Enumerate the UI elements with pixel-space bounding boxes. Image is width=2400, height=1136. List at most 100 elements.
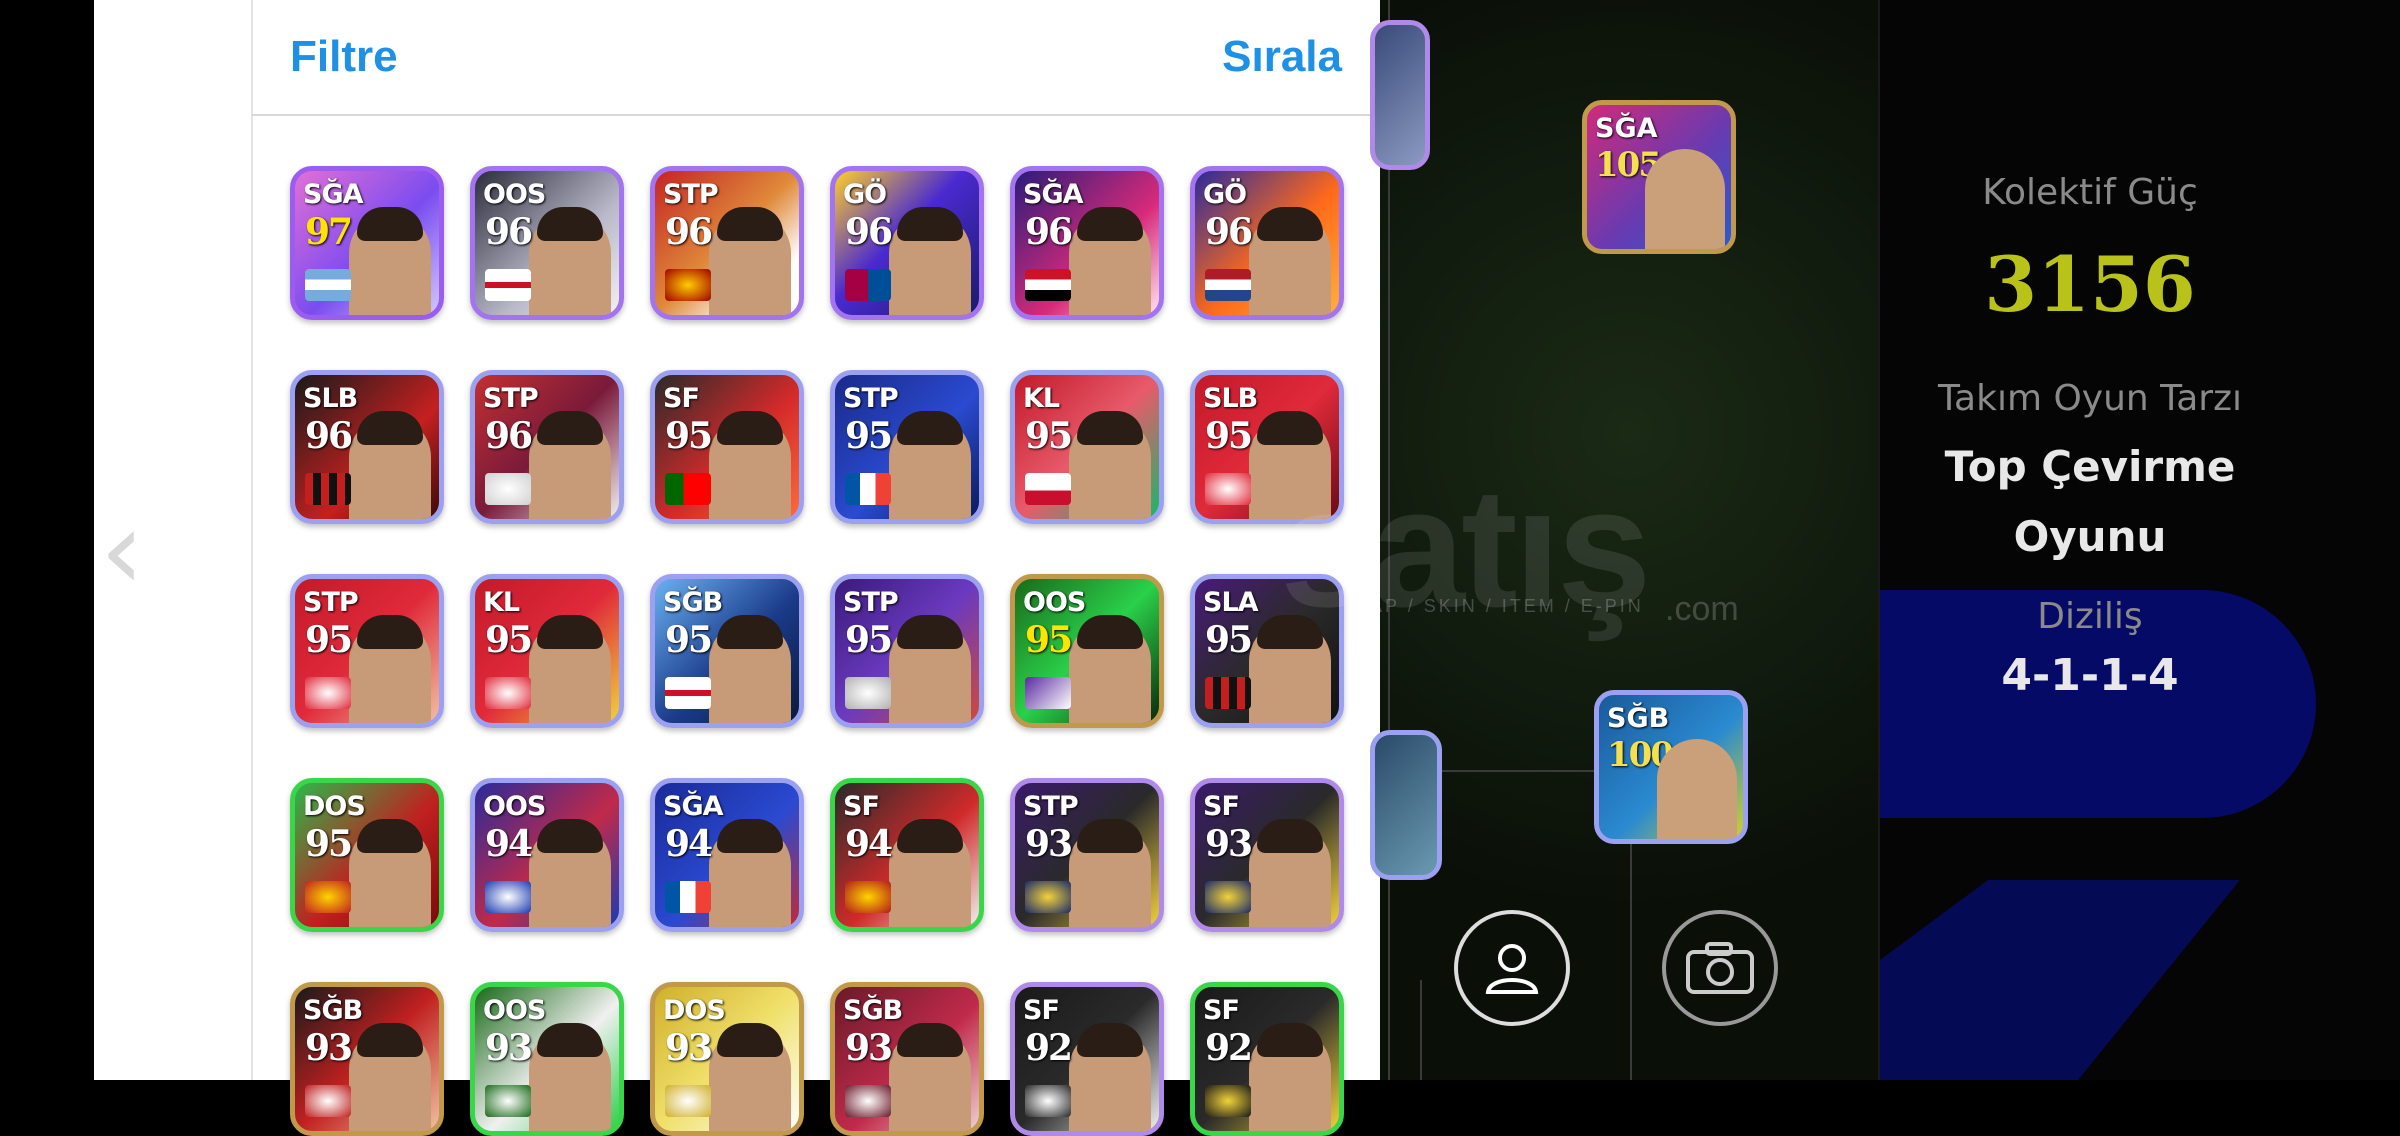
player-card[interactable]: SF 92	[1190, 982, 1344, 1136]
player-card[interactable]: SĞB 93	[290, 982, 444, 1136]
club-badge	[1025, 881, 1071, 913]
player-card[interactable]: SĞA 94	[650, 778, 804, 932]
card-position: STP	[1023, 791, 1079, 822]
card-rating: 92	[1205, 1027, 1253, 1069]
card-position: STP	[303, 587, 359, 618]
player-card[interactable]: GÖ 96	[1190, 166, 1344, 320]
card-position: SĞB	[843, 995, 903, 1026]
card-rating: 93	[305, 1027, 353, 1069]
player-card[interactable]: GÖ 96	[830, 166, 984, 320]
player-face	[709, 615, 791, 723]
player-card[interactable]: SF 92	[1010, 982, 1164, 1136]
card-position: SLA	[1203, 587, 1259, 618]
player-card[interactable]: STP 95	[830, 370, 984, 524]
card-position: SĞA	[303, 179, 364, 210]
player-face	[529, 615, 611, 723]
player-face	[1249, 207, 1331, 315]
player-card[interactable]: STP 96	[470, 370, 624, 524]
card-rating: 96	[845, 211, 893, 253]
filter-button[interactable]: Filtre	[290, 32, 398, 82]
player-face	[1069, 207, 1151, 315]
club-badge	[305, 1085, 351, 1117]
team-playstyle-line2: Oyunu	[2013, 512, 2167, 561]
card-position: STP	[483, 383, 539, 414]
player-face	[1249, 1023, 1331, 1131]
player-card[interactable]: OOS 93	[470, 982, 624, 1136]
player-face	[529, 411, 611, 519]
club-badge	[485, 881, 531, 913]
player-card[interactable]: SF 94	[830, 778, 984, 932]
card-position: SF	[1023, 995, 1060, 1026]
card-rating: 95	[1205, 415, 1253, 457]
player-face	[349, 819, 431, 927]
player-card[interactable]: SĞA 97	[290, 166, 444, 320]
player-card[interactable]: STP 95	[830, 574, 984, 728]
card-position: SĞB	[663, 587, 723, 618]
field-player-card-partial[interactable]	[1370, 730, 1442, 880]
club-badge	[485, 677, 531, 709]
player-card[interactable]: OOS 96	[470, 166, 624, 320]
player-profile-button[interactable]	[1454, 910, 1570, 1026]
card-rating: 94	[845, 823, 893, 865]
player-card[interactable]: SĞA 96	[1010, 166, 1164, 320]
card-rating: 92	[1025, 1027, 1073, 1069]
card-rating: 95	[845, 415, 893, 457]
player-card[interactable]: STP 96	[650, 166, 804, 320]
player-face	[1069, 819, 1151, 927]
card-rating: 96	[485, 211, 533, 253]
player-card[interactable]: SF 95	[650, 370, 804, 524]
card-rating: 95	[845, 619, 893, 661]
card-rating: 95	[665, 619, 713, 661]
team-power-value: 3156	[1984, 240, 2196, 329]
player-face	[1069, 1023, 1151, 1131]
club-badge	[665, 677, 711, 709]
player-card[interactable]: STP 93	[1010, 778, 1164, 932]
card-position: STP	[843, 587, 899, 618]
player-face	[1249, 819, 1331, 927]
sheet-divider	[251, 0, 253, 1080]
club-badge	[1025, 1085, 1071, 1117]
field-player-card-partial[interactable]	[1370, 20, 1430, 170]
player-card[interactable]: SĞB 93	[830, 982, 984, 1136]
screenshot-button[interactable]	[1662, 910, 1778, 1026]
club-badge	[1205, 269, 1251, 301]
player-face	[529, 1023, 611, 1131]
card-rating: 93	[665, 1027, 713, 1069]
player-face	[349, 615, 431, 723]
player-profile-icon	[1485, 944, 1539, 994]
team-playstyle-label: Takım Oyun Tarzı	[1938, 378, 2242, 419]
card-rating: 95	[305, 823, 353, 865]
player-face	[709, 819, 791, 927]
player-card[interactable]: KL 95	[470, 574, 624, 728]
card-rating: 95	[1025, 415, 1073, 457]
formation-value[interactable]: 4-1-1-4	[1880, 650, 2300, 701]
sort-button[interactable]: Sırala	[1222, 32, 1342, 82]
field-player-card[interactable]: SĞA 105	[1582, 100, 1736, 254]
player-face	[349, 207, 431, 315]
player-card[interactable]: OOS 95	[1010, 574, 1164, 728]
player-card[interactable]: SĞB 95	[650, 574, 804, 728]
sheet-header: Filtre Sırala	[252, 0, 1380, 116]
card-position: KL	[483, 587, 520, 618]
player-card[interactable]: SF 93	[1190, 778, 1344, 932]
decorative-wedge	[1880, 880, 2240, 1080]
player-card[interactable]: STP 95	[290, 574, 444, 728]
club-badge	[1025, 473, 1071, 505]
player-card[interactable]: OOS 94	[470, 778, 624, 932]
player-card[interactable]: SLB 96	[290, 370, 444, 524]
card-position: OOS	[1023, 587, 1086, 618]
player-card[interactable]: KL 95	[1010, 370, 1164, 524]
field-player-card[interactable]: SĞB 100	[1594, 690, 1748, 844]
watermark-domain: .com	[1665, 590, 1739, 628]
team-power-label: Kolektif Güç	[1982, 172, 2198, 213]
club-badge	[845, 1085, 891, 1117]
chevron-left-icon[interactable]: ‹	[100, 495, 160, 605]
player-face	[1069, 411, 1151, 519]
card-position: SĞA	[1595, 113, 1658, 144]
card-rating: 95	[485, 619, 533, 661]
club-badge	[845, 269, 891, 301]
player-card[interactable]: DOS 93	[650, 982, 804, 1136]
card-rating: 93	[1205, 823, 1253, 865]
player-card[interactable]: DOS 95	[290, 778, 444, 932]
field-line	[1420, 980, 1422, 1080]
